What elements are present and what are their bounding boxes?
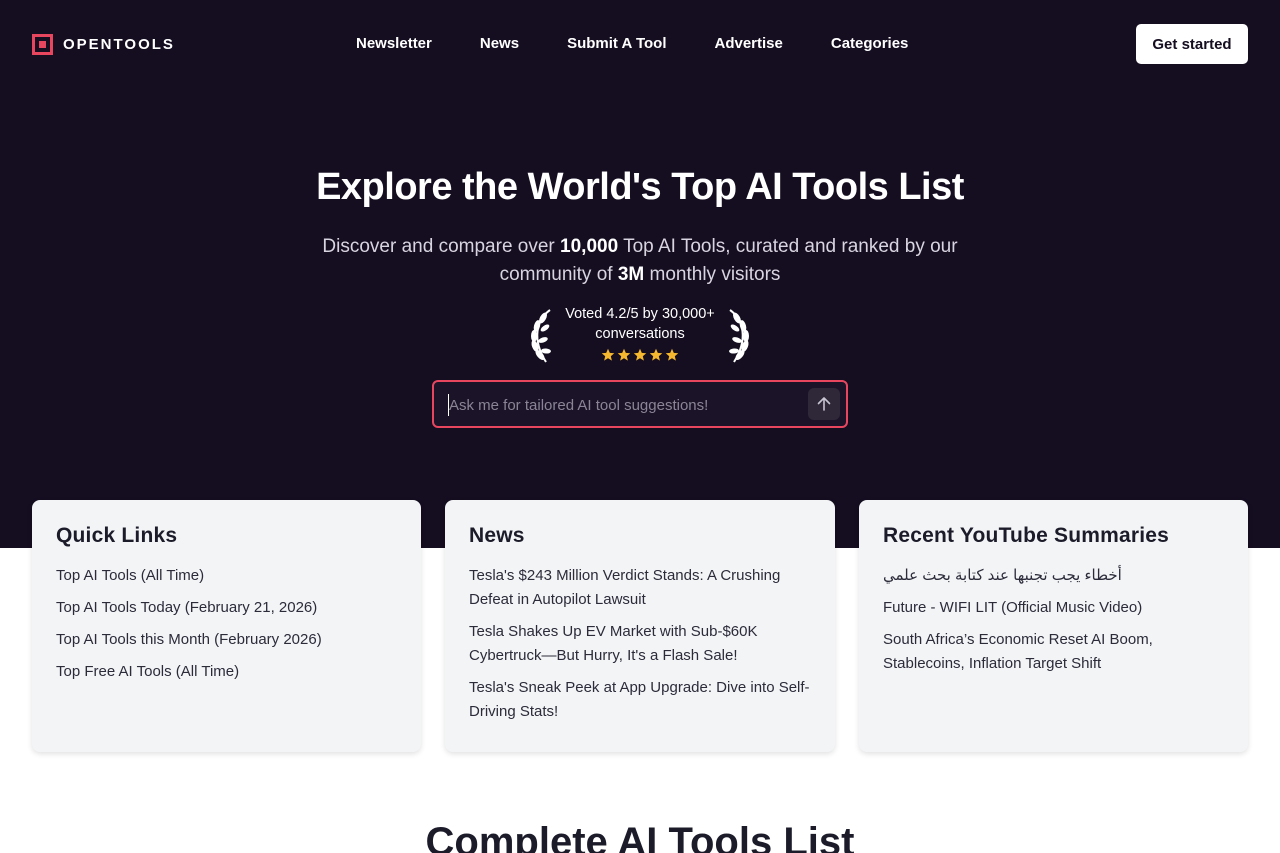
laurel-right-icon xyxy=(729,309,749,363)
list-item: Tesla Shakes Up EV Market with Sub-$60K … xyxy=(469,620,811,668)
star-icon xyxy=(665,348,679,361)
hero-sub-part-1: Discover and compare over xyxy=(322,236,561,257)
get-started-button[interactable]: Get started xyxy=(1136,24,1248,64)
card-title: News xyxy=(469,524,525,547)
nav-advertise[interactable]: Advertise xyxy=(715,35,783,52)
arrow-up-icon xyxy=(817,397,831,411)
hero-subtitle: Discover and compare over 10,000 Top AI … xyxy=(300,233,980,289)
news-card: News Tesla's $243 Million Verdict Stands… xyxy=(445,500,835,752)
nav-submit-tool[interactable]: Submit A Tool xyxy=(567,35,666,52)
hero-title: Explore the World's Top AI Tools List xyxy=(316,166,964,208)
list-item: Top AI Tools this Month (February 2026) xyxy=(56,628,397,652)
logo[interactable]: OPENTOOLS xyxy=(32,34,175,55)
card-title: Recent YouTube Summaries xyxy=(883,524,1170,547)
list-item: Top AI Tools (All Time) xyxy=(56,564,397,588)
list-item: Top AI Tools Today (February 21, 2026) xyxy=(56,596,397,620)
tool-count: 10,000 xyxy=(560,236,619,257)
youtube-summary-link[interactable]: South Africa’s Economic Reset AI Boom, S… xyxy=(883,631,1153,672)
youtube-summary-link[interactable]: Future - WIFI LIT (Official Music Video) xyxy=(883,599,1142,616)
quick-link[interactable]: Top AI Tools (All Time) xyxy=(56,567,204,584)
quick-link[interactable]: Top Free AI Tools (All Time) xyxy=(56,663,239,680)
ai-search-box xyxy=(432,380,848,428)
rating-text: Voted 4.2/5 by 30,000+ conversations xyxy=(565,306,715,342)
send-button[interactable] xyxy=(808,388,840,420)
quick-link[interactable]: Top AI Tools Today (February 21, 2026) xyxy=(56,599,317,616)
logo-icon xyxy=(32,34,53,55)
quick-link[interactable]: Top AI Tools this Month (February 2026) xyxy=(56,631,322,648)
star-icon xyxy=(649,348,663,361)
nav-news[interactable]: News xyxy=(480,35,519,52)
list-item: Future - WIFI LIT (Official Music Video) xyxy=(883,596,1224,620)
quick-links-card: Quick Links Top AI Tools (All Time) Top … xyxy=(32,500,421,752)
list-item: أخطاء يجب تجنبها عند كتابة بحث علمي xyxy=(883,564,1224,588)
logo-text: OPENTOOLS xyxy=(63,36,175,53)
list-item: Tesla's Sneak Peek at App Upgrade: Dive … xyxy=(469,676,811,724)
star-rating xyxy=(550,348,730,362)
ai-search-input[interactable] xyxy=(448,394,798,416)
youtube-summary-link[interactable]: أخطاء يجب تجنبها عند كتابة بحث علمي xyxy=(883,564,1122,588)
hero-sub-part-3: monthly visitors xyxy=(644,264,781,285)
nav-links: Newsletter News Submit A Tool Advertise … xyxy=(356,35,956,52)
star-icon xyxy=(601,348,615,361)
youtube-summaries-card: Recent YouTube Summaries أخطاء يجب تجنبه… xyxy=(859,500,1248,752)
news-link[interactable]: Tesla's Sneak Peek at App Upgrade: Dive … xyxy=(469,679,810,720)
news-link[interactable]: Tesla Shakes Up EV Market with Sub-$60K … xyxy=(469,623,757,664)
star-icon xyxy=(617,348,631,361)
list-item: South Africa’s Economic Reset AI Boom, S… xyxy=(883,628,1224,676)
rating-badge: Voted 4.2/5 by 30,000+ conversations xyxy=(520,304,760,366)
section-title: Complete AI Tools List xyxy=(425,820,855,853)
list-item: Top Free AI Tools (All Time) xyxy=(56,660,397,684)
top-nav: OPENTOOLS Newsletter News Submit A Tool … xyxy=(0,0,1280,88)
list-item: Tesla's $243 Million Verdict Stands: A C… xyxy=(469,564,811,612)
star-icon xyxy=(633,348,647,361)
news-link[interactable]: Tesla's $243 Million Verdict Stands: A C… xyxy=(469,567,780,608)
nav-newsletter[interactable]: Newsletter xyxy=(356,35,432,52)
card-title: Quick Links xyxy=(56,524,178,547)
visitor-count: 3M xyxy=(617,264,645,285)
nav-categories[interactable]: Categories xyxy=(831,35,909,52)
